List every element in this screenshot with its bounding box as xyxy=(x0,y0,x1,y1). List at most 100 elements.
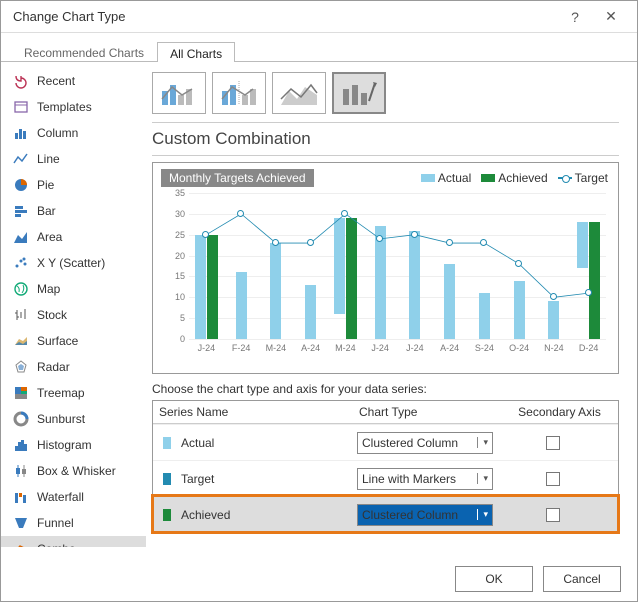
legend-achieved: Achieved xyxy=(498,171,547,185)
series-swatch xyxy=(163,473,171,485)
header-secondary-axis: Secondary Axis xyxy=(501,401,618,423)
sidebar-item-x-y-scatter-[interactable]: X Y (Scatter) xyxy=(1,250,146,276)
sidebar-item-label: Surface xyxy=(37,334,78,348)
series-swatch xyxy=(163,509,171,521)
combo-icon xyxy=(13,541,29,547)
sidebar-item-label: Column xyxy=(37,126,78,140)
chart-type-dropdown[interactable]: Clustered Column▾ xyxy=(357,504,493,526)
sidebar-item-combo[interactable]: Combo xyxy=(1,536,146,547)
sidebar-item-column[interactable]: Column xyxy=(1,120,146,146)
sidebar-item-label: Line xyxy=(37,152,60,166)
sidebar-item-pie[interactable]: Pie xyxy=(1,172,146,198)
chevron-down-icon: ▾ xyxy=(477,473,488,484)
tab-recommended[interactable]: Recommended Charts xyxy=(11,41,157,61)
series-name-label: Achieved xyxy=(181,508,357,522)
series-table-header: Series Name Chart Type Secondary Axis xyxy=(153,401,618,424)
titlebar: Change Chart Type ? ✕ xyxy=(1,1,637,33)
chart-type-dropdown[interactable]: Line with Markers▾ xyxy=(357,468,493,490)
legend-actual: Actual xyxy=(438,171,471,185)
sidebar-item-histogram[interactable]: Histogram xyxy=(1,432,146,458)
sidebar-item-label: Histogram xyxy=(37,438,92,452)
sidebar-item-label: Bar xyxy=(37,204,56,218)
stock-icon xyxy=(13,307,29,323)
box-whisker-icon xyxy=(13,463,29,479)
cancel-button[interactable]: Cancel xyxy=(543,566,621,592)
sidebar-item-label: Map xyxy=(37,282,60,296)
secondary-axis-checkbox[interactable] xyxy=(546,508,560,522)
chart-category-list: Recent Templates Column Line Pie Bar Area X Y (… xyxy=(1,62,146,547)
waterfall-icon xyxy=(13,489,29,505)
sidebar-item-label: Pie xyxy=(37,178,54,192)
x-y-scatter--icon xyxy=(13,255,29,271)
series-name-label: Target xyxy=(181,472,357,486)
sidebar-item-label: Area xyxy=(37,230,62,244)
help-button[interactable]: ? xyxy=(557,9,593,25)
map-icon xyxy=(13,281,29,297)
sidebar-item-sunburst[interactable]: Sunburst xyxy=(1,406,146,432)
secondary-axis-checkbox[interactable] xyxy=(546,472,560,486)
chart-preview[interactable]: Monthly Targets Achieved Actual Achieved… xyxy=(152,162,619,374)
sidebar-item-funnel[interactable]: Funnel xyxy=(1,510,146,536)
templates-icon xyxy=(13,99,29,115)
chart-type-dropdown[interactable]: Clustered Column▾ xyxy=(357,432,493,454)
series-table: Series Name Chart Type Secondary Axis Ac… xyxy=(152,400,619,533)
sidebar-item-label: Sunburst xyxy=(37,412,85,426)
header-chart-type: Chart Type xyxy=(353,401,501,423)
legend-target: Target xyxy=(575,171,608,185)
series-row-actual[interactable]: ActualClustered Column▾ xyxy=(153,424,618,460)
secondary-axis-checkbox[interactable] xyxy=(546,436,560,450)
sidebar-item-recent[interactable]: Recent xyxy=(1,68,146,94)
radar-icon xyxy=(13,359,29,375)
series-name-label: Actual xyxy=(181,436,357,450)
sidebar-item-box-whisker[interactable]: Box & Whisker xyxy=(1,458,146,484)
treemap-icon xyxy=(13,385,29,401)
area-icon xyxy=(13,229,29,245)
sidebar-item-templates[interactable]: Templates xyxy=(1,94,146,120)
surface-icon xyxy=(13,333,29,349)
chevron-down-icon: ▾ xyxy=(477,437,488,448)
sidebar-item-area[interactable]: Area xyxy=(1,224,146,250)
chart-title: Monthly Targets Achieved xyxy=(161,169,314,187)
sidebar-item-label: Box & Whisker xyxy=(37,464,116,478)
sidebar-item-line[interactable]: Line xyxy=(1,146,146,172)
sidebar-item-bar[interactable]: Bar xyxy=(1,198,146,224)
bar-icon xyxy=(13,203,29,219)
header-series-name: Series Name xyxy=(153,401,353,423)
series-row-target[interactable]: TargetLine with Markers▾ xyxy=(153,460,618,496)
sidebar-item-label: Waterfall xyxy=(37,490,84,504)
chart-body: 05101520253035 J-24F-24M-24A-24M-24J-24J… xyxy=(161,193,610,357)
combo-thumb-1[interactable] xyxy=(152,72,206,114)
sidebar-item-label: X Y (Scatter) xyxy=(37,256,105,270)
pie-icon xyxy=(13,177,29,193)
combo-thumb-3[interactable] xyxy=(272,72,326,114)
chart-legend: Actual Achieved Target xyxy=(421,171,608,185)
sidebar-item-radar[interactable]: Radar xyxy=(1,354,146,380)
funnel-icon xyxy=(13,515,29,531)
sidebar-item-label: Radar xyxy=(37,360,70,374)
sidebar-item-label: Combo xyxy=(37,542,76,547)
chevron-down-icon: ▾ xyxy=(477,509,488,520)
sidebar-item-label: Recent xyxy=(37,74,75,88)
sidebar-item-label: Funnel xyxy=(37,516,74,530)
histogram-icon xyxy=(13,437,29,453)
sidebar-item-surface[interactable]: Surface xyxy=(1,328,146,354)
sidebar-item-label: Stock xyxy=(37,308,67,322)
close-button[interactable]: ✕ xyxy=(593,8,629,25)
column-icon xyxy=(13,125,29,141)
sidebar-item-label: Templates xyxy=(37,100,92,114)
section-title: Custom Combination xyxy=(152,122,619,156)
sidebar-item-waterfall[interactable]: Waterfall xyxy=(1,484,146,510)
series-instruction: Choose the chart type and axis for your … xyxy=(152,382,619,396)
sidebar-item-stock[interactable]: Stock xyxy=(1,302,146,328)
tab-panel: Recent Templates Column Line Pie Bar Area X Y (… xyxy=(1,61,637,547)
ok-button[interactable]: OK xyxy=(455,566,533,592)
sidebar-item-label: Treemap xyxy=(37,386,85,400)
sidebar-item-map[interactable]: Map xyxy=(1,276,146,302)
tab-all[interactable]: All Charts xyxy=(157,42,235,62)
combo-thumb-4[interactable] xyxy=(332,72,386,114)
sidebar-item-treemap[interactable]: Treemap xyxy=(1,380,146,406)
series-row-achieved[interactable]: AchievedClustered Column▾ xyxy=(153,496,618,532)
recent-icon xyxy=(13,73,29,89)
window-title: Change Chart Type xyxy=(13,9,557,24)
combo-thumb-2[interactable] xyxy=(212,72,266,114)
